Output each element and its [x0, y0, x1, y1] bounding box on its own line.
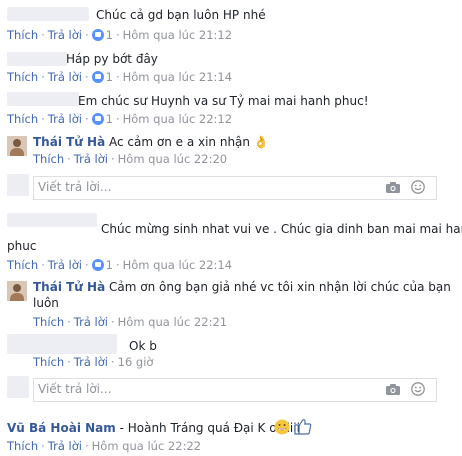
timestamp[interactable]: Hôm qua lúc 22:22: [92, 439, 201, 453]
author-name[interactable]: Thái Tử Hà: [33, 280, 105, 294]
comment-text: phuc: [7, 239, 37, 253]
like-link[interactable]: Thích: [33, 152, 64, 166]
redacted-name: [7, 213, 97, 227]
user-avatar: [7, 174, 29, 196]
timestamp[interactable]: Hôm qua lúc 22:14: [123, 258, 232, 272]
avatar[interactable]: [7, 281, 27, 301]
timestamp[interactable]: Hôm qua lúc 21:14: [123, 70, 232, 84]
comment-actions: Thích · Trả lời · 1 · Hôm qua lúc 21:14: [7, 70, 233, 84]
avatar[interactable]: [7, 136, 27, 156]
comment-text: Cảm ơn ông bạn giả nhé vc tôi xin nhận l…: [109, 280, 451, 294]
grinning-emoji-icon: [274, 419, 290, 435]
reply-link[interactable]: Trả lời: [48, 258, 82, 272]
comment-text: Háp py bớt đây: [66, 52, 158, 66]
reply-link[interactable]: Trả lời: [74, 152, 108, 166]
emoji-icon[interactable]: [411, 180, 425, 194]
reply-link[interactable]: Trả lời: [48, 439, 82, 453]
comment-text: luôn: [33, 296, 59, 310]
comment-text: Em chúc sư Huynh va sư Tỷ mai mai hanh p…: [78, 94, 369, 108]
comment-actions: Thích · Trả lời · 16 giờ: [33, 355, 154, 369]
comment-text: Chúc cả gd bạn luôn HP nhé: [96, 8, 266, 22]
comment-actions: Thích · Trả lời · Hôm qua lúc 22:21: [33, 315, 228, 329]
reply-link[interactable]: Trả lời: [48, 70, 82, 84]
timestamp[interactable]: Hôm qua lúc 22:20: [118, 152, 227, 166]
reply-link[interactable]: Trả lời: [48, 28, 82, 42]
reply-input[interactable]: [34, 379, 338, 399]
reply-box: [33, 176, 437, 200]
author-name[interactable]: Thái Tử Hà: [33, 135, 105, 149]
timestamp[interactable]: Hôm qua lúc 22:21: [118, 315, 227, 329]
timestamp[interactable]: Hôm qua lúc 21:12: [123, 28, 232, 42]
like-reaction-icon[interactable]: [91, 71, 104, 83]
reaction-count[interactable]: 1: [106, 112, 113, 126]
author-name[interactable]: Vũ Bá Hoài Nam: [7, 421, 116, 435]
camera-icon[interactable]: [386, 182, 400, 193]
reaction-count[interactable]: 1: [106, 28, 113, 42]
like-link[interactable]: Thích: [33, 355, 64, 369]
emoji-icon[interactable]: [411, 382, 425, 396]
redacted-name: [7, 92, 79, 106]
timestamp[interactable]: Hôm qua lúc 22:12: [123, 112, 232, 126]
reply-link[interactable]: Trả lời: [74, 355, 108, 369]
camera-icon[interactable]: [386, 384, 400, 395]
timestamp[interactable]: 16 giờ: [118, 355, 154, 369]
like-link[interactable]: Thích: [7, 439, 38, 453]
like-link[interactable]: Thích: [7, 28, 38, 42]
comment-actions: Thích · Trả lời · 1 · Hôm qua lúc 21:12: [7, 28, 233, 42]
comment-text: Chúc mừng sinh nhat vui ve . Chúc gia di…: [101, 222, 462, 236]
like-link[interactable]: Thích: [7, 112, 38, 126]
redacted-name: [7, 334, 117, 354]
like-link[interactable]: Thích: [33, 315, 64, 329]
reaction-count[interactable]: 1: [106, 70, 113, 84]
like-reaction-icon[interactable]: [91, 113, 104, 125]
reply-link[interactable]: Trả lời: [74, 315, 108, 329]
redacted-name: [7, 7, 89, 21]
comment-text: - Hoành Tráng quá Đại K ơiiiiiii: [119, 421, 300, 435]
like-link[interactable]: Thích: [7, 70, 38, 84]
ok-hand-emoji: 👌: [253, 135, 269, 149]
comment-text: Ok b: [129, 339, 157, 353]
redacted-name: [7, 52, 67, 66]
comment-actions: Thích · Trả lời · 1 · Hôm qua lúc 22:12: [7, 112, 233, 126]
reaction-count[interactable]: 1: [106, 258, 113, 272]
like-reaction-icon[interactable]: [91, 259, 104, 271]
comment-actions: Thích · Trả lời · Hôm qua lúc 22:22: [7, 439, 202, 453]
comment-actions: Thích · Trả lời · 1 · Hôm qua lúc 22:14: [7, 258, 233, 272]
reply-link[interactable]: Trả lời: [48, 112, 82, 126]
like-link[interactable]: Thích: [7, 258, 38, 272]
reply-box: [33, 378, 437, 402]
thumbs-up-icon: [294, 419, 312, 435]
reply-input[interactable]: [34, 177, 338, 197]
comment-text: Ac cảm ơn e a xin nhận: [109, 135, 251, 149]
like-reaction-icon[interactable]: [91, 29, 104, 41]
user-avatar: [7, 376, 29, 398]
comment-actions: Thích · Trả lời · Hôm qua lúc 22:20: [33, 152, 228, 166]
